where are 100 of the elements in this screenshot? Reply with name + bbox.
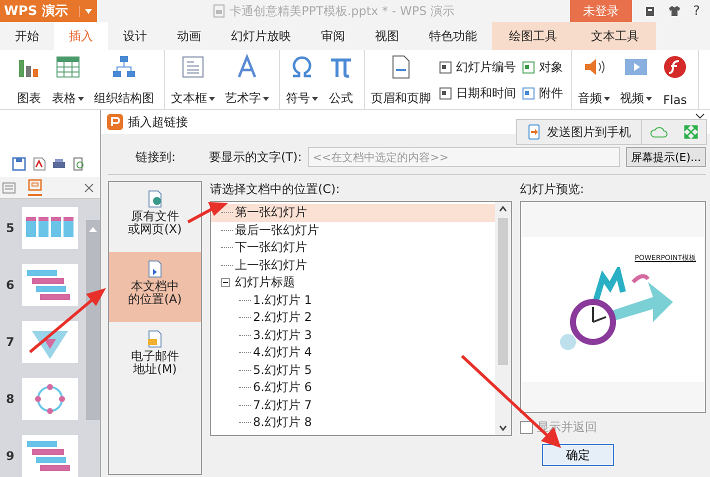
app-logo-icon <box>107 114 123 130</box>
ok-button[interactable]: 确定 <box>542 444 614 466</box>
ribbon-button[interactable]: 符号 <box>284 54 320 107</box>
ribbon-button[interactable]: 页眉和页脚 <box>369 54 433 107</box>
annotation-arrow <box>187 202 228 224</box>
envelope-document-icon <box>146 330 164 348</box>
slide-thumbnail[interactable] <box>22 207 78 249</box>
button-label: 表格 <box>52 90 76 107</box>
tree-item[interactable]: 2.幻灯片 2 <box>211 309 495 326</box>
ribbon-button[interactable]: 组织结构图 <box>92 54 156 107</box>
ribbon-button[interactable]: 对象 <box>522 58 563 76</box>
outline-icon[interactable] <box>2 182 16 194</box>
link-target-item[interactable]: 原有文件或网页(X) <box>109 182 201 252</box>
ribbon-button[interactable]: 视频 <box>618 54 654 107</box>
ribbon-tab[interactable]: 绘图工具 <box>492 22 574 50</box>
cloud-icon[interactable] <box>650 126 668 138</box>
org-chart-icon <box>111 54 137 80</box>
save-icon[interactable] <box>12 157 26 172</box>
slide-number: 9 <box>6 449 14 463</box>
ribbon-tab[interactable]: 动画 <box>162 22 216 50</box>
scroll-down-icon[interactable] <box>499 425 507 431</box>
ribbon-button[interactable]: 表格 <box>50 54 86 107</box>
slide-thumbnail[interactable] <box>22 264 78 306</box>
slide-thumbnail[interactable] <box>22 378 78 420</box>
link-target-item[interactable]: 本文档中的位置(A) <box>109 252 201 322</box>
expand-icon[interactable] <box>684 125 698 139</box>
phone-icon <box>527 124 541 140</box>
tree-item[interactable]: 7.幻灯片 7 <box>211 396 495 414</box>
collapse-ribbon-icon[interactable] <box>695 113 705 119</box>
close-icon[interactable] <box>84 182 94 193</box>
calendar-icon <box>439 87 452 100</box>
print-preview-icon[interactable] <box>72 157 86 172</box>
collapse-toggle-icon[interactable] <box>221 278 230 288</box>
document-icon <box>146 260 164 278</box>
skin-icon[interactable] <box>644 5 656 17</box>
tree-item[interactable]: 第一张幻灯片 <box>211 204 495 222</box>
slide-thumbnail[interactable] <box>22 435 78 477</box>
ribbon-button[interactable]: 文本框 <box>169 54 217 107</box>
tree-item[interactable]: 4.幻灯片 4 <box>211 344 495 362</box>
button-label: Flas <box>663 93 687 107</box>
tree-item[interactable]: 3.幻灯片 3 <box>211 326 495 344</box>
ribbon-button[interactable]: Flas <box>660 54 690 107</box>
ribbon-tab[interactable]: 视图 <box>360 22 414 50</box>
ribbon-button[interactable]: 公式 <box>326 54 356 107</box>
preview-label: 幻灯片预览: <box>520 181 584 198</box>
ribbon-tab[interactable]: 审阅 <box>306 22 360 50</box>
button-label: 文本框 <box>171 90 207 107</box>
link-to-label: 链接到: <box>134 148 177 166</box>
button-label: 公式 <box>329 90 353 107</box>
slide-number: 5 <box>6 221 14 235</box>
tree-item[interactable]: 最后一张幻灯片 <box>211 222 495 239</box>
ribbon-button[interactable]: 日期和时间 <box>439 85 516 102</box>
ribbon-button[interactable]: 艺术字 <box>223 54 271 107</box>
ribbon-button[interactable]: 附件 <box>522 85 563 102</box>
ribbon-tab[interactable]: 幻灯片放映 <box>216 22 306 50</box>
ribbon-tab[interactable]: 设计 <box>108 22 162 50</box>
tree-item[interactable]: 1.幻灯片 1 <box>211 292 495 309</box>
button-label: 组织结构图 <box>94 90 154 107</box>
checkbox[interactable] <box>520 421 533 434</box>
help-button[interactable]: ? <box>693 4 700 18</box>
attachment-icon <box>522 87 535 100</box>
ribbon-tab[interactable]: 特色功能 <box>414 22 492 50</box>
display-text-label: 要显示的文字(T): <box>209 148 302 166</box>
tree-item[interactable]: 5.幻灯片 5 <box>211 362 495 379</box>
scroll-up-icon[interactable] <box>499 206 507 212</box>
text-box-icon <box>180 54 206 80</box>
table-icon <box>55 54 81 80</box>
tree-item[interactable]: 6.幻灯片 6 <box>211 379 495 396</box>
tree-item[interactable]: 8.幻灯片 8 <box>211 414 495 432</box>
caret-icon <box>85 8 92 14</box>
tree-item[interactable]: 幻灯片标题 <box>211 274 495 292</box>
button-label: 艺术字 <box>225 90 261 107</box>
link-target-item[interactable]: 电子邮件地址(M) <box>109 322 201 392</box>
object-icon <box>522 60 535 74</box>
pdf-icon[interactable] <box>32 157 46 172</box>
slide-number: 6 <box>6 278 14 292</box>
shirt-icon[interactable] <box>668 5 682 17</box>
flash-icon <box>662 54 688 80</box>
button-label: 符号 <box>286 90 310 107</box>
dialog-title: 插入超链接 <box>128 114 188 130</box>
ribbon-tab[interactable]: 文本工具 <box>574 22 656 50</box>
button-label: 视频 <box>620 90 644 107</box>
document-icon <box>146 190 164 208</box>
slide-number: 8 <box>6 392 14 406</box>
slide-thumbnail[interactable] <box>22 321 78 363</box>
ribbon-button[interactable]: 音频 <box>576 54 612 107</box>
button-label: 图表 <box>17 90 41 107</box>
ribbon-tab[interactable]: 开始 <box>0 22 54 50</box>
screen-tip-button[interactable]: 屏幕提示(E)... <box>626 147 706 167</box>
tree-item[interactable]: 下一张幻灯片 <box>211 239 495 256</box>
ribbon-button[interactable]: 幻灯片编号 <box>439 58 516 76</box>
scrollbar[interactable] <box>495 202 511 435</box>
button-label: 音频 <box>578 90 602 107</box>
slide-number-icon <box>439 60 452 74</box>
button-label: 页眉和页脚 <box>371 90 431 107</box>
window-title: 卡通创意精美PPT模板.pptx * - WPS 演示 <box>230 2 455 20</box>
slides-tab-icon[interactable] <box>28 179 42 196</box>
tree-item[interactable]: 上一张幻灯片 <box>211 256 495 274</box>
ribbon-button[interactable]: 图表 <box>14 54 44 107</box>
document-icon <box>212 4 225 18</box>
